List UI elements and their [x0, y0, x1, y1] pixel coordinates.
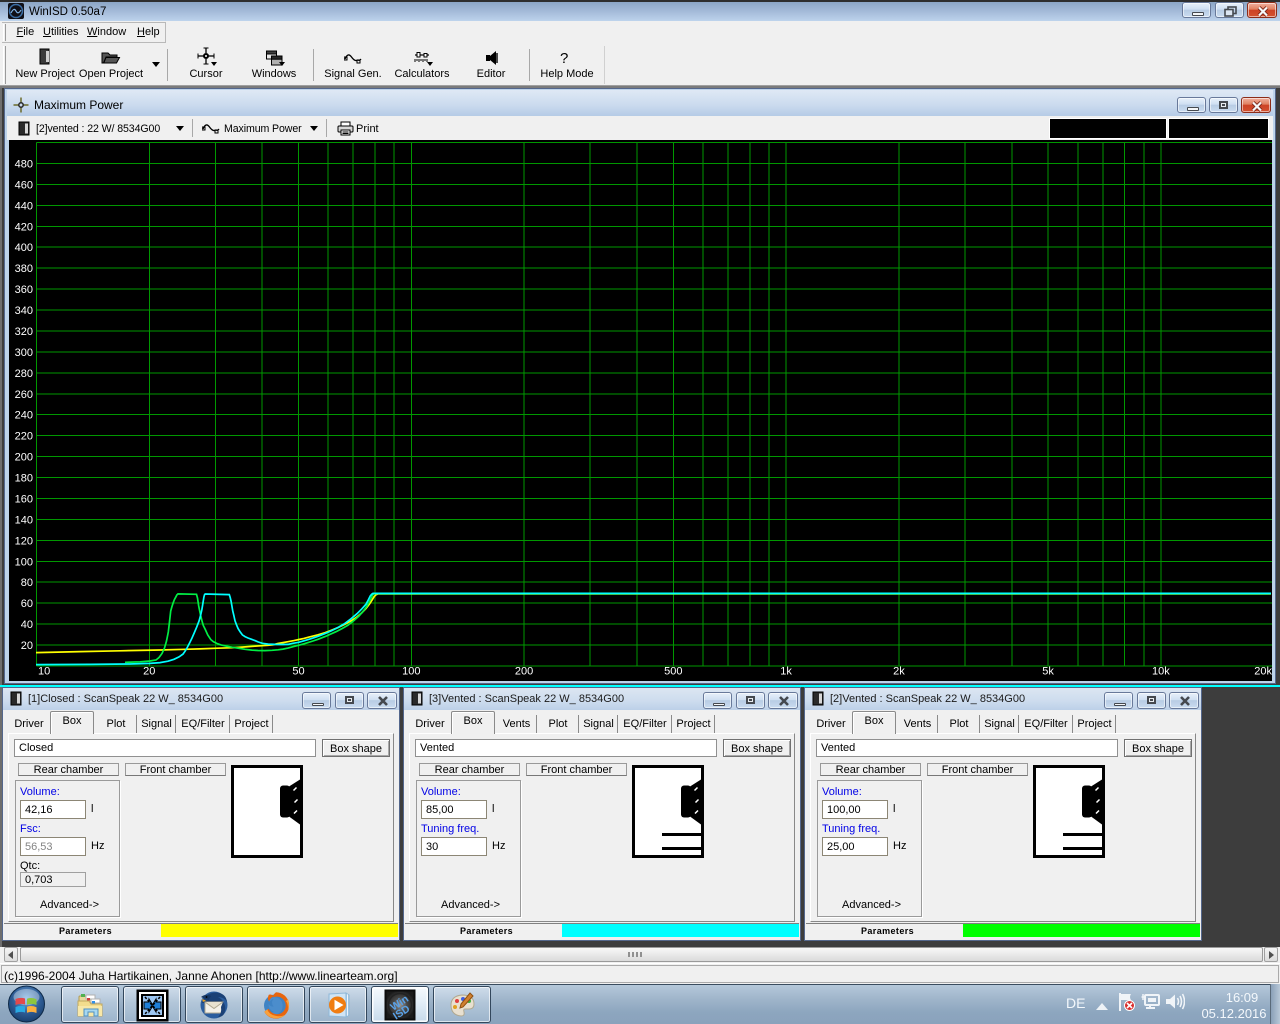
svg-text:340: 340	[15, 305, 33, 317]
svg-text:420: 420	[15, 221, 33, 233]
svg-text:380: 380	[15, 263, 33, 275]
svg-text:120: 120	[15, 535, 33, 547]
svg-text:20: 20	[143, 666, 155, 678]
svg-text:140: 140	[15, 514, 33, 526]
svg-text:360: 360	[15, 284, 33, 296]
svg-text:100: 100	[402, 666, 420, 678]
svg-text:480: 480	[15, 158, 33, 170]
svg-text:300: 300	[15, 347, 33, 359]
svg-text:60: 60	[21, 598, 33, 610]
svg-text:10k: 10k	[1152, 666, 1170, 678]
svg-text:200: 200	[515, 666, 533, 678]
svg-text:10: 10	[38, 666, 50, 678]
svg-text:1k: 1k	[780, 666, 792, 678]
svg-text:460: 460	[15, 179, 33, 191]
svg-text:80: 80	[21, 577, 33, 589]
svg-text:400: 400	[15, 242, 33, 254]
svg-text:40: 40	[21, 619, 33, 631]
svg-text:500: 500	[664, 666, 682, 678]
svg-text:160: 160	[15, 494, 33, 506]
svg-text:200: 200	[15, 452, 33, 464]
svg-text:240: 240	[15, 410, 33, 422]
svg-text:5k: 5k	[1042, 666, 1054, 678]
svg-text:320: 320	[15, 326, 33, 338]
svg-text:20k: 20k	[1254, 666, 1272, 678]
svg-text:440: 440	[15, 200, 33, 212]
svg-text:50: 50	[292, 666, 304, 678]
svg-text:2k: 2k	[893, 666, 905, 678]
svg-text:280: 280	[15, 368, 33, 380]
svg-text:220: 220	[15, 431, 33, 443]
svg-text:20: 20	[21, 640, 33, 652]
svg-text:260: 260	[15, 389, 33, 401]
svg-text:180: 180	[15, 473, 33, 485]
svg-text:100: 100	[15, 556, 33, 568]
